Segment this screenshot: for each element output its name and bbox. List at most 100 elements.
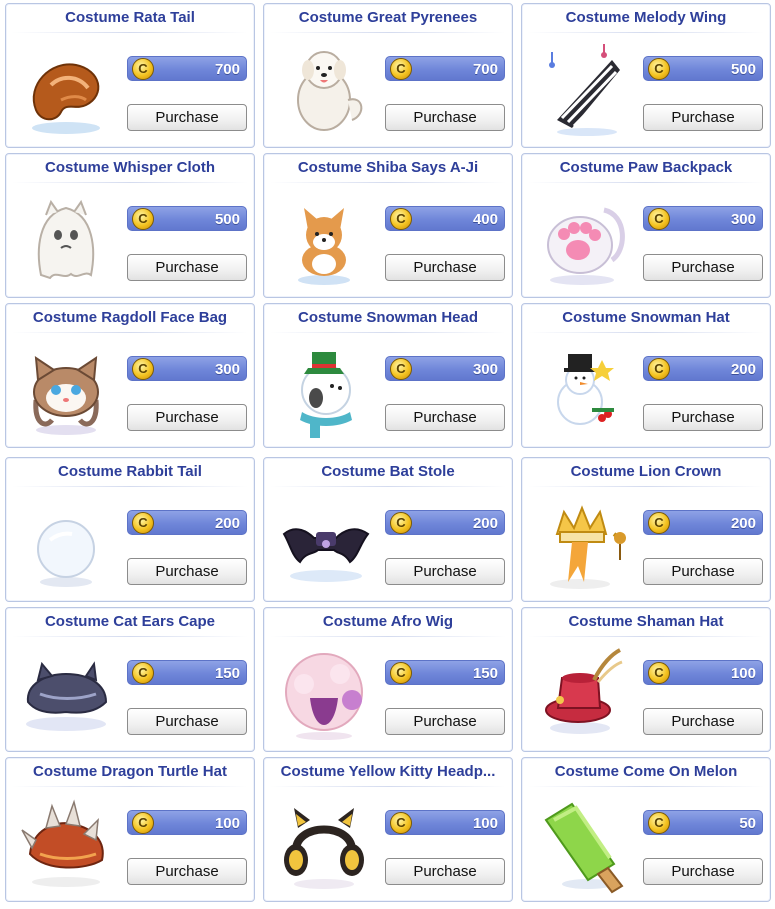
- item-title: Costume Snowman Head: [297, 309, 479, 326]
- snowman-hat-icon: [532, 340, 632, 440]
- coin-icon: [648, 208, 670, 230]
- price-bar: 200: [643, 510, 763, 535]
- price-value: 700: [214, 61, 240, 78]
- purchase-button[interactable]: Purchase: [127, 858, 247, 885]
- rabbit-tail-icon: [16, 494, 116, 594]
- purchase-button[interactable]: Purchase: [643, 558, 763, 585]
- title-divider: [270, 332, 506, 333]
- title-divider: [528, 486, 764, 487]
- item-title: Costume Melody Wing: [565, 9, 727, 26]
- snowman-head-icon: [274, 340, 374, 440]
- bat-stole-icon: [274, 494, 374, 594]
- coin-icon: [648, 512, 670, 534]
- item-title: Costume Snowman Hat: [562, 309, 730, 326]
- coin-icon: [648, 58, 670, 80]
- shop-item-card: Costume Rata Tail 700 Purchase: [5, 3, 255, 148]
- price-value: 200: [214, 515, 240, 532]
- price-value: 300: [730, 211, 756, 228]
- price-value: 300: [214, 361, 240, 378]
- price-bar: 50: [643, 810, 763, 835]
- price-value: 500: [730, 61, 756, 78]
- shop-item-card: Costume Paw Backpack 300 Purchase: [521, 153, 771, 298]
- purchase-button[interactable]: Purchase: [385, 858, 505, 885]
- shop-item-card: Costume Dragon Turtle Hat 100 Purchase: [5, 757, 255, 902]
- purchase-button[interactable]: Purchase: [385, 708, 505, 735]
- price-value: 200: [730, 361, 756, 378]
- coin-icon: [390, 208, 412, 230]
- item-title: Costume Yellow Kitty Headp...: [280, 763, 496, 780]
- item-title: Costume Rabbit Tail: [58, 463, 202, 480]
- price-value: 100: [730, 665, 756, 682]
- price-bar: 150: [127, 660, 247, 685]
- purchase-button[interactable]: Purchase: [127, 254, 247, 281]
- purchase-button[interactable]: Purchase: [127, 708, 247, 735]
- price-bar: 100: [643, 660, 763, 685]
- melon-popsicle-icon: [532, 794, 632, 894]
- price-bar: 200: [385, 510, 505, 535]
- price-bar: 300: [643, 206, 763, 231]
- title-divider: [12, 786, 248, 787]
- shop-item-card: Costume Shaman Hat 100 Purchase: [521, 607, 771, 752]
- title-divider: [270, 786, 506, 787]
- item-title: Costume Come On Melon: [554, 763, 738, 780]
- purchase-button[interactable]: Purchase: [643, 404, 763, 431]
- purchase-button[interactable]: Purchase: [127, 404, 247, 431]
- coin-icon: [390, 58, 412, 80]
- item-title: Costume Great Pyrenees: [298, 9, 478, 26]
- shaman-hat-icon: [532, 644, 632, 744]
- kitty-headphones-icon: [274, 794, 374, 894]
- item-title: Costume Cat Ears Cape: [44, 613, 216, 630]
- purchase-button[interactable]: Purchase: [127, 558, 247, 585]
- purchase-button[interactable]: Purchase: [643, 104, 763, 131]
- price-value: 50: [739, 815, 756, 832]
- cat-ears-cape-icon: [16, 644, 116, 744]
- afro-wig-icon: [274, 644, 374, 744]
- price-value: 500: [214, 211, 240, 228]
- price-value: 100: [472, 815, 498, 832]
- white-dog-icon: [274, 40, 374, 140]
- purchase-button[interactable]: Purchase: [643, 708, 763, 735]
- shop-item-card: Costume Great Pyrenees 700 Purchase: [263, 3, 513, 148]
- purchase-button[interactable]: Purchase: [385, 254, 505, 281]
- coin-icon: [390, 512, 412, 534]
- purchase-button[interactable]: Purchase: [385, 558, 505, 585]
- price-value: 700: [472, 61, 498, 78]
- coin-icon: [132, 812, 154, 834]
- shop-item-card: Costume Snowman Head 300 Purchase: [263, 303, 513, 448]
- price-value: 300: [472, 361, 498, 378]
- price-bar: 200: [643, 356, 763, 381]
- price-value: 200: [730, 515, 756, 532]
- title-divider: [270, 636, 506, 637]
- price-value: 200: [472, 515, 498, 532]
- title-divider: [270, 182, 506, 183]
- piano-wing-icon: [532, 40, 632, 140]
- title-divider: [528, 786, 764, 787]
- coin-icon: [132, 662, 154, 684]
- title-divider: [528, 32, 764, 33]
- item-title: Costume Lion Crown: [570, 463, 722, 480]
- shop-item-card: Costume Melody Wing 500 Purchase: [521, 3, 771, 148]
- coin-icon: [132, 208, 154, 230]
- shop-item-card: Costume Lion Crown 200 Purchase: [521, 457, 771, 602]
- price-value: 150: [214, 665, 240, 682]
- coin-icon: [132, 512, 154, 534]
- purchase-button[interactable]: Purchase: [385, 104, 505, 131]
- corgi-icon: [274, 190, 374, 290]
- costume-shop-grid: Costume Rata Tail700PurchaseCostume Grea…: [0, 0, 775, 909]
- coin-icon: [132, 58, 154, 80]
- coin-icon: [648, 662, 670, 684]
- paw-backpack-icon: [532, 190, 632, 290]
- purchase-button[interactable]: Purchase: [643, 858, 763, 885]
- purchase-button[interactable]: Purchase: [385, 404, 505, 431]
- item-title: Costume Shiba Says A-Ji: [297, 159, 479, 176]
- purchase-button[interactable]: Purchase: [643, 254, 763, 281]
- shop-item-card: Costume Come On Melon 50 Purchase: [521, 757, 771, 902]
- price-bar: 700: [385, 56, 505, 81]
- shop-item-card: Costume Snowman Hat 200 Purchase: [521, 303, 771, 448]
- title-divider: [270, 32, 506, 33]
- item-title: Costume Shaman Hat: [568, 613, 724, 630]
- purchase-button[interactable]: Purchase: [127, 104, 247, 131]
- title-divider: [12, 182, 248, 183]
- shop-item-card: Costume Whisper Cloth 500 Purchase: [5, 153, 255, 298]
- title-divider: [528, 332, 764, 333]
